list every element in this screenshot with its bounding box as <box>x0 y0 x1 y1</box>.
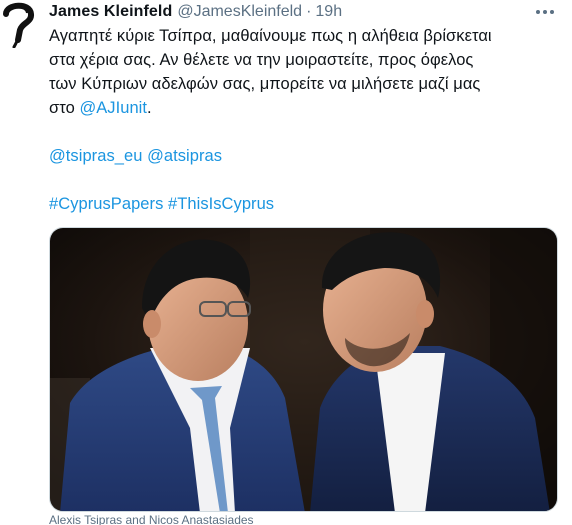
tweet-text: Αγαπητέ κύριε Τσίπρα, μαθαίνουμε πως η α… <box>49 24 558 216</box>
tweet-text-fragment: στο <box>49 99 80 117</box>
timestamp[interactable]: 19h <box>315 0 342 24</box>
ellipsis-icon <box>536 10 554 14</box>
display-name[interactable]: James Kleinfeld <box>49 0 172 24</box>
tweet-line: στα χέρια σας. Αν θέλετε να την μοιραστε… <box>49 51 474 69</box>
tweet: James Kleinfeld @JamesKleinfeld · 19h Αγ… <box>0 0 572 525</box>
photo-caption: Alexis Tsipras and Nicos Anastasiades <box>49 513 254 525</box>
more-options-button[interactable] <box>534 4 556 20</box>
avatar[interactable] <box>0 0 40 49</box>
mention-link[interactable]: @atsipras <box>147 147 222 165</box>
hashtags-line: #CyprusPapers #ThisIsCyprus <box>49 192 558 216</box>
tweet-text-fragment: . <box>147 99 152 117</box>
mention-link[interactable]: @AJIunit <box>79 99 147 117</box>
photo-image <box>50 228 557 511</box>
mentions-line: @tsipras_eu @atsipras <box>49 144 558 168</box>
question-mark-avatar-icon <box>3 2 35 49</box>
tweet-line: Αγαπητέ κύριε Τσίπρα, μαθαίνουμε πως η α… <box>49 27 492 45</box>
tweet-content: James Kleinfeld @JamesKleinfeld · 19h Αγ… <box>49 0 558 525</box>
tweet-header: James Kleinfeld @JamesKleinfeld · 19h <box>49 0 558 24</box>
hashtag-link[interactable]: #CyprusPapers <box>49 195 163 213</box>
separator-dot: · <box>306 3 312 20</box>
tweet-photo[interactable] <box>49 227 558 512</box>
mention-link[interactable]: @tsipras_eu <box>49 147 142 165</box>
tweet-line: των Κύπριων αδελφών σας, μπορείτε να μιλ… <box>49 75 481 93</box>
hashtag-link[interactable]: #ThisIsCyprus <box>168 195 274 213</box>
user-handle[interactable]: @JamesKleinfeld <box>177 0 302 24</box>
tweet-line: στο @AJIunit. <box>49 96 558 120</box>
